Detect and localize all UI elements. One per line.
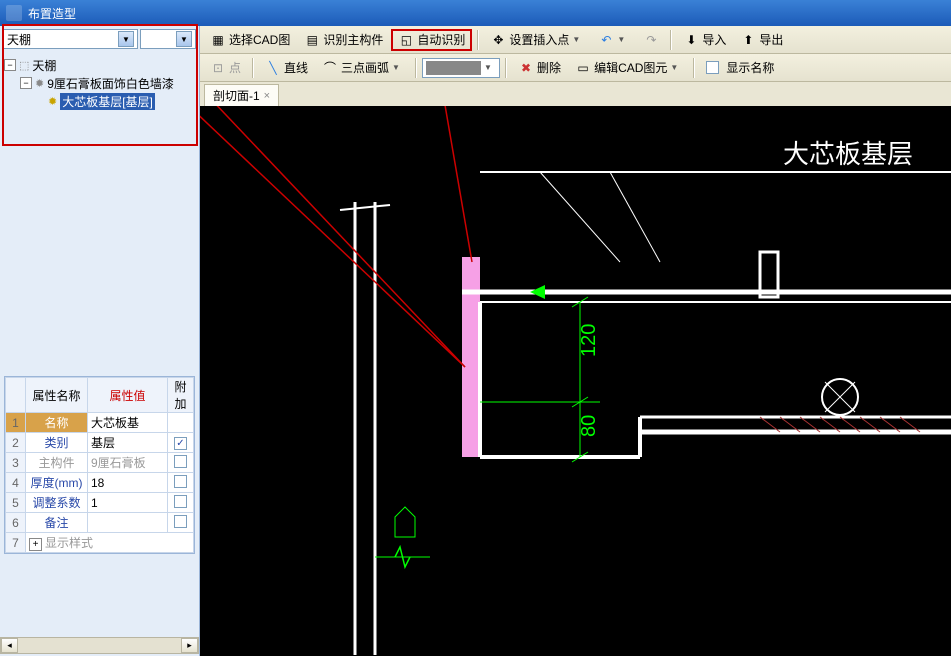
expand-icon: + bbox=[29, 538, 42, 551]
table-row: 5 调整系数 1 bbox=[6, 493, 194, 513]
svg-text:80: 80 bbox=[578, 415, 600, 437]
toolbar-main: ▦选择CAD图 ▤识别主构件 ◱自动识别 ✥设置插入点▼ ↶▼ ↷ ⬇导入 ⬆导… bbox=[200, 26, 951, 54]
show-name-button[interactable]: 显示名称 bbox=[700, 57, 780, 79]
separator bbox=[670, 30, 672, 50]
chevron-down-icon[interactable]: ▼ bbox=[118, 31, 134, 47]
export-button[interactable]: ⬆导出 bbox=[734, 29, 789, 51]
arc-button[interactable]: ⌒三点画弧▼ bbox=[316, 57, 410, 79]
scroll-left-icon[interactable]: ◂ bbox=[1, 638, 18, 653]
separator bbox=[477, 30, 479, 50]
left-panel: 天棚 ▼ ▼ − ⬚ 天棚 − ✹ 9厘石膏板面饰白色墙漆 ✹ 大芯板基层[基层… bbox=[0, 26, 200, 656]
table-row: 1 名称 大芯板基 bbox=[6, 413, 194, 433]
tree-collapse-icon[interactable]: − bbox=[20, 77, 32, 89]
select-icon: ▦ bbox=[210, 32, 226, 48]
edit-icon: ▭ bbox=[575, 60, 591, 76]
tree-root-label[interactable]: 天棚 bbox=[32, 57, 56, 74]
select-cad-button[interactable]: ▦选择CAD图 bbox=[204, 29, 296, 51]
app-icon bbox=[6, 5, 22, 21]
scroll-track[interactable] bbox=[18, 638, 181, 653]
tree-selected-label[interactable]: 大芯板基层[基层] bbox=[60, 93, 155, 110]
category-combo-2[interactable]: ▼ bbox=[140, 29, 196, 49]
import-button[interactable]: ⬇导入 bbox=[677, 29, 732, 51]
chevron-down-icon: ▼ bbox=[617, 35, 629, 44]
auto-icon: ◱ bbox=[398, 32, 414, 48]
prop-corner bbox=[6, 378, 26, 413]
checkbox-icon bbox=[174, 475, 187, 488]
right-panel: ▦选择CAD图 ▤识别主构件 ◱自动识别 ✥设置插入点▼ ↶▼ ↷ ⬇导入 ⬆导… bbox=[200, 26, 951, 656]
undo-icon: ↶ bbox=[598, 32, 614, 48]
checkbox-icon bbox=[174, 455, 187, 468]
svg-text:120: 120 bbox=[578, 324, 600, 357]
table-row: 2 类别 基层 ✓ bbox=[6, 433, 194, 453]
scroll-right-icon[interactable]: ▸ bbox=[181, 638, 198, 653]
separator bbox=[415, 58, 417, 78]
checkbox-icon bbox=[174, 495, 187, 508]
import-icon: ⬇ bbox=[683, 32, 699, 48]
tree-child1-label[interactable]: 9厘石膏板面饰白色墙漆 bbox=[47, 75, 174, 92]
tab-label: 剖切面-1 bbox=[213, 87, 260, 104]
line-icon: ╲ bbox=[265, 60, 281, 76]
undo-button[interactable]: ↶▼ bbox=[592, 29, 635, 51]
delete-icon: ✖ bbox=[518, 60, 534, 76]
tree-node-icon: ⬚ bbox=[19, 59, 29, 72]
chevron-down-icon: ▼ bbox=[484, 63, 496, 72]
tree-collapse-icon[interactable]: − bbox=[4, 59, 16, 71]
separator bbox=[252, 58, 254, 78]
checkbox-icon bbox=[706, 61, 719, 74]
chevron-down-icon: ▼ bbox=[572, 35, 584, 44]
table-row: 7 +显示样式 bbox=[6, 533, 194, 553]
gear-icon: ✹ bbox=[48, 95, 57, 108]
recognize-icon: ▤ bbox=[304, 32, 320, 48]
chevron-down-icon: ▼ bbox=[392, 63, 404, 72]
redo-icon: ↷ bbox=[643, 32, 659, 48]
cad-drawing: 120 80 bbox=[200, 106, 951, 656]
redo-button[interactable]: ↷ bbox=[637, 29, 665, 51]
edit-cad-button[interactable]: ▭编辑CAD图元▼ bbox=[569, 57, 688, 79]
window-titlebar: 布置造型 bbox=[0, 0, 951, 26]
arc-icon: ⌒ bbox=[322, 60, 338, 76]
tree-scrollbar[interactable]: ◂ ▸ bbox=[0, 637, 199, 654]
color-swatch[interactable]: ▼ bbox=[422, 58, 500, 78]
point-button[interactable]: ⊡点 bbox=[204, 57, 247, 79]
table-row: 6 备注 bbox=[6, 513, 194, 533]
prop-header-extra: 附加 bbox=[168, 378, 194, 413]
separator bbox=[505, 58, 507, 78]
chevron-down-icon: ▼ bbox=[670, 63, 682, 72]
tab-section[interactable]: 剖切面-1 × bbox=[204, 84, 279, 106]
insert-point-icon: ✥ bbox=[490, 32, 506, 48]
point-icon: ⊡ bbox=[210, 60, 226, 76]
cad-canvas[interactable]: 大芯板基层 bbox=[200, 106, 951, 656]
category-combo[interactable]: 天棚 ▼ bbox=[3, 29, 138, 49]
component-tree[interactable]: − ⬚ 天棚 − ✹ 9厘石膏板面饰白色墙漆 ✹ 大芯板基层[基层] bbox=[0, 52, 199, 252]
toolbar-draw: ⊡点 ╲直线 ⌒三点画弧▼ ▼ ✖删除 ▭编辑CAD图元▼ 显示名称 bbox=[200, 54, 951, 82]
export-icon: ⬆ bbox=[740, 32, 756, 48]
close-icon[interactable]: × bbox=[264, 90, 270, 102]
line-button[interactable]: ╲直线 bbox=[259, 57, 314, 79]
table-row: 3 主构件 9厘石膏板 bbox=[6, 453, 194, 473]
checkbox-icon: ✓ bbox=[174, 437, 187, 450]
gear-icon: ✹ bbox=[35, 77, 44, 90]
window-title: 布置造型 bbox=[28, 5, 76, 22]
auto-recognize-button[interactable]: ◱自动识别 bbox=[391, 29, 472, 51]
prop-header-value: 属性值 bbox=[88, 378, 168, 413]
chevron-down-icon[interactable]: ▼ bbox=[176, 31, 192, 47]
checkbox-icon bbox=[174, 515, 187, 528]
tab-bar: 剖切面-1 × bbox=[200, 82, 951, 106]
set-insert-button[interactable]: ✥设置插入点▼ bbox=[484, 29, 590, 51]
category-combo-value: 天棚 bbox=[7, 31, 31, 48]
delete-button[interactable]: ✖删除 bbox=[512, 57, 567, 79]
property-grid: 属性名称 属性值 附加 1 名称 大芯板基 2 类别 基层 ✓ 3 bbox=[4, 376, 195, 554]
separator bbox=[693, 58, 695, 78]
table-row: 4 厚度(mm) 18 bbox=[6, 473, 194, 493]
recognize-main-button[interactable]: ▤识别主构件 bbox=[298, 29, 389, 51]
prop-header-name: 属性名称 bbox=[26, 378, 88, 413]
canvas-annotation: 大芯板基层 bbox=[783, 134, 913, 171]
